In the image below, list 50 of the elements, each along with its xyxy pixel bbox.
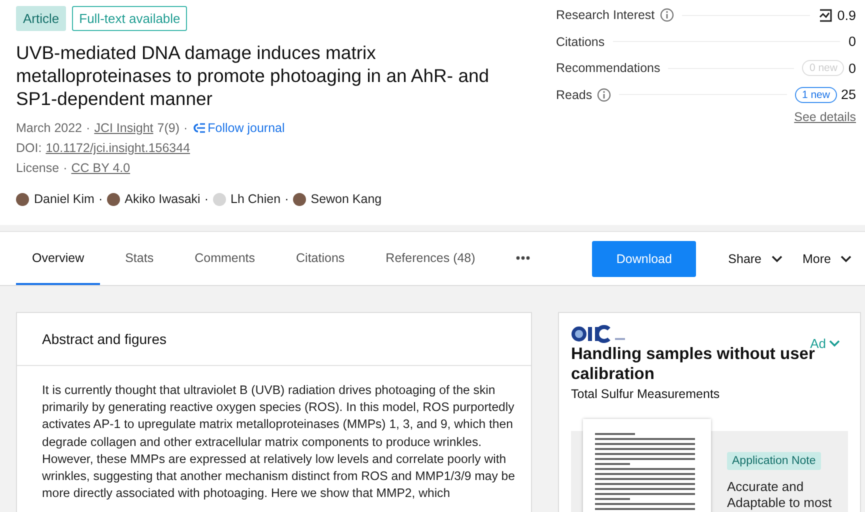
new-count-badge: 1 new (794, 86, 837, 103)
type-tag: Full-text available (72, 6, 188, 31)
chevron-down-icon (840, 254, 852, 262)
stat-label: Recommendations (556, 61, 660, 76)
separator: · (63, 160, 68, 177)
see-details-link[interactable]: See details (794, 110, 856, 124)
section-heading: Abstract and figures (17, 313, 531, 366)
author-name[interactable]: Akiko Iwasaki (124, 192, 200, 206)
type-tag: Article (16, 6, 66, 31)
tab[interactable]: Stats (109, 232, 170, 285)
stat-label: Reads (556, 88, 592, 102)
separator: · (284, 192, 289, 206)
category-tag: Application Note (727, 452, 821, 470)
publication-date: March 2022 (16, 120, 82, 137)
separator: · (183, 120, 188, 137)
tab[interactable]: Comments (178, 232, 272, 285)
chevron-down-icon (829, 340, 840, 347)
separator: · (204, 192, 209, 206)
ellipsis-icon (516, 256, 530, 260)
stat-value: 0 (848, 60, 856, 76)
article-title: UVB-mediated DNA damage induces matrix metalloproteinases to promote photoaging in an AhR- and SP1-dependent manner (16, 41, 490, 110)
stat-value: 0 (848, 34, 856, 50)
tab[interactable]: References (48) (370, 232, 492, 285)
dropdown-button[interactable]: More (798, 252, 856, 266)
journal-issue: 7(9) (157, 120, 180, 137)
ad-body-text: Accurate and Adaptable to most (727, 479, 833, 511)
company-logo (571, 325, 627, 343)
tab[interactable]: Overview (16, 232, 100, 285)
stat-value: 0.9 (837, 8, 856, 23)
tab[interactable]: Citations (280, 232, 361, 285)
ad-subtitle: Total Sulfur Measurements (571, 387, 721, 401)
separator: · (98, 192, 103, 206)
author-name[interactable]: Sewon Kang (310, 192, 382, 206)
separator: · (86, 120, 90, 137)
stat-label: Research Interest (556, 8, 655, 22)
license-link[interactable]: CC BY 4.0 (71, 158, 130, 178)
author-name[interactable]: Lh Chien (230, 192, 281, 206)
journal-link[interactable]: JCI Insight (94, 118, 154, 138)
doi-link[interactable]: 10.1172/jci.insight.156344 (46, 138, 190, 158)
abstract-text: It is currently thought that ultraviolet B (UVB) radiation drives photoaging of the skin primarily by generating reactive oxygen species (ROS). In this model, ROS purportedly activates AP-1 to upregulate matrix metalloproteinases (MMPs) 1, 3, and 9, which then degrade collagen and other extracellular matrix components to produce wrinkles. However, these MMPs are expressed at relatively low levels and correlate poorly with wrinkles, suggesting that another mechanism distinct from ROS and MMP1/3/9 may be more directly associated with photoaging. Here we show that MMP2, which (42, 382, 516, 502)
dropdown-button[interactable]: Share (724, 252, 787, 266)
doi-label: DOI: (16, 140, 42, 157)
follow-icon (192, 122, 206, 134)
author-name[interactable]: Daniel Kim (34, 192, 94, 206)
chevron-down-icon (770, 254, 783, 262)
stat-label: Citations (556, 34, 605, 49)
download-button[interactable]: Download (592, 240, 696, 276)
follow-journal-link[interactable]: Follow journal (192, 118, 285, 138)
license-label: License (16, 160, 60, 177)
stat-value: 25 (840, 87, 856, 102)
